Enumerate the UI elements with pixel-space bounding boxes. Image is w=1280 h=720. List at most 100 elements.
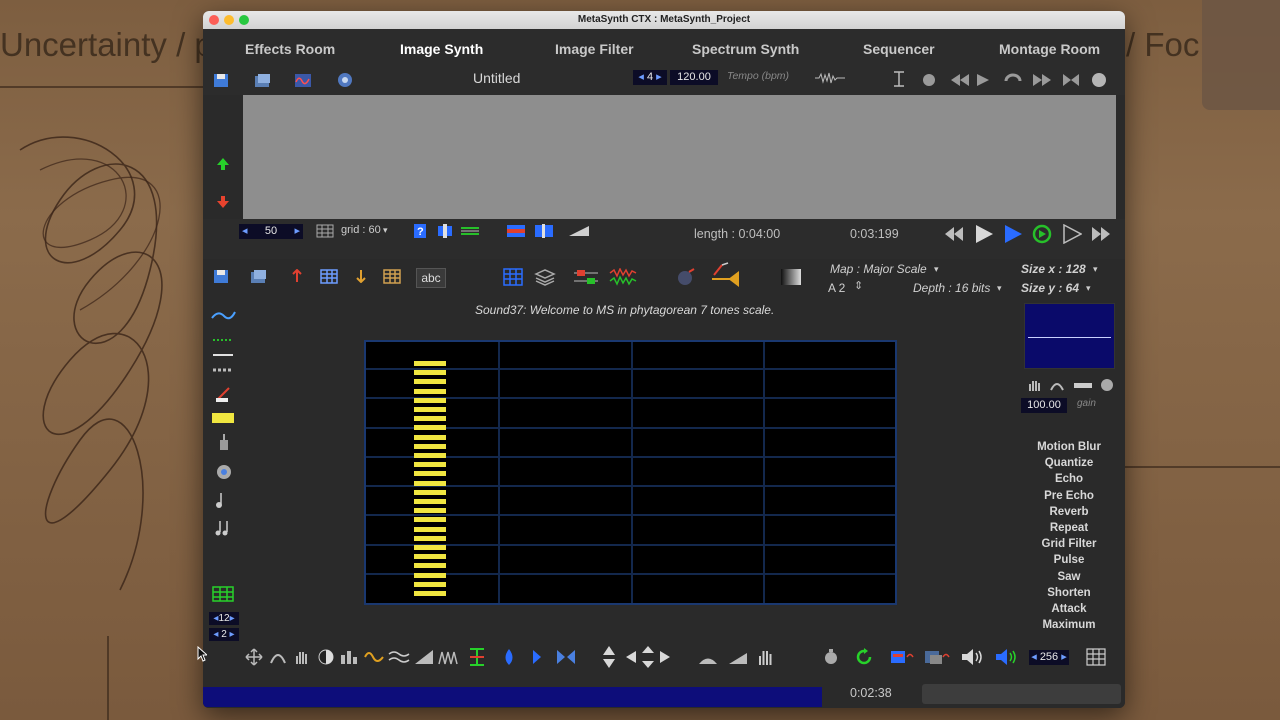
dotted-line-tool-icon[interactable] bbox=[211, 336, 235, 344]
plugin-icon[interactable] bbox=[335, 71, 355, 89]
waveform-display[interactable] bbox=[243, 95, 1116, 219]
vertical-flip-icon[interactable] bbox=[600, 645, 618, 669]
speaker-active-icon[interactable] bbox=[993, 647, 1019, 667]
depth-dropdown[interactable]: Depth : 16 bits bbox=[913, 281, 990, 295]
open-image-icon[interactable] bbox=[249, 267, 269, 285]
envelope-icon[interactable] bbox=[567, 223, 593, 239]
effect-shorten[interactable]: Shorten bbox=[1023, 587, 1115, 603]
spray-tool-icon[interactable] bbox=[213, 431, 235, 453]
play-icon[interactable] bbox=[973, 224, 995, 244]
rewind-icon[interactable] bbox=[949, 71, 971, 89]
image-shift-icon[interactable] bbox=[289, 267, 305, 285]
play-outline-icon[interactable] bbox=[1061, 224, 1083, 244]
effect-repeat[interactable]: Repeat bbox=[1023, 522, 1115, 538]
depth-dropdown-arrow[interactable]: ▾ bbox=[997, 283, 1002, 294]
narrow-play-icon[interactable] bbox=[529, 647, 545, 667]
stop-icon[interactable] bbox=[1089, 71, 1109, 89]
size-x-dropdown-arrow[interactable]: ▾ bbox=[1093, 264, 1098, 275]
layers-icon[interactable] bbox=[533, 267, 557, 287]
down-arrow-icon[interactable] bbox=[215, 193, 231, 211]
tempo-field[interactable]: 120.00 bbox=[670, 70, 718, 85]
open-file-icon[interactable] bbox=[253, 71, 273, 89]
grid-dropdown[interactable]: grid : 60 bbox=[341, 224, 381, 236]
note-tool-icon[interactable] bbox=[213, 489, 235, 511]
spikes-icon[interactable] bbox=[437, 647, 461, 667]
bounce-icon[interactable] bbox=[1061, 71, 1081, 89]
effect-echo[interactable]: Echo bbox=[1023, 473, 1115, 489]
map-dropdown[interactable]: Map : Major Scale bbox=[830, 262, 927, 276]
stopwatch-icon[interactable] bbox=[821, 647, 841, 667]
smear-tool-icon[interactable] bbox=[209, 305, 237, 323]
effect-quantize[interactable]: Quantize bbox=[1023, 457, 1115, 473]
render-icon[interactable] bbox=[889, 647, 915, 667]
hand-icon[interactable] bbox=[291, 647, 313, 667]
save-icon[interactable] bbox=[211, 71, 231, 89]
trumpet-icon[interactable] bbox=[707, 261, 743, 287]
rewind-icon[interactable] bbox=[943, 224, 965, 244]
image-move-icon[interactable] bbox=[353, 267, 369, 285]
instrument-icon[interactable] bbox=[673, 267, 697, 287]
dash-line-tool-icon[interactable] bbox=[211, 366, 235, 374]
waveform-view-icon[interactable] bbox=[293, 71, 313, 89]
arc-tool-icon[interactable] bbox=[267, 647, 289, 667]
chord-tool-icon[interactable] bbox=[213, 517, 235, 539]
effect-pulse[interactable]: Pulse bbox=[1023, 554, 1115, 570]
effect-reverb[interactable]: Reverb bbox=[1023, 506, 1115, 522]
drop-tool-icon[interactable] bbox=[1098, 377, 1116, 393]
close-window-button[interactable] bbox=[209, 15, 219, 25]
stereo-waveform-icon[interactable] bbox=[609, 267, 637, 287]
contrast-icon[interactable] bbox=[315, 647, 337, 667]
move-arrows-icon[interactable] bbox=[624, 645, 672, 669]
horizontal-scrollbar[interactable] bbox=[922, 684, 1121, 704]
base-note[interactable]: A 2 bbox=[828, 281, 845, 295]
menu-sequencer[interactable]: Sequencer bbox=[863, 41, 935, 57]
grid-x-stepper[interactable]: ◂12▸ bbox=[209, 612, 239, 625]
text-tool-button[interactable]: abc bbox=[416, 268, 446, 288]
effect-attack[interactable]: Attack bbox=[1023, 603, 1115, 619]
pen-tool-icon[interactable] bbox=[213, 384, 233, 404]
stereo-mixer-icon[interactable] bbox=[573, 267, 599, 287]
wave-tool-icon[interactable] bbox=[363, 647, 385, 667]
fill-tool-icon[interactable] bbox=[213, 461, 235, 483]
play-progress-bar[interactable] bbox=[203, 687, 822, 707]
fast-forward-icon[interactable] bbox=[1090, 224, 1112, 244]
minimize-window-button[interactable] bbox=[224, 15, 234, 25]
insert-icon[interactable] bbox=[533, 223, 555, 239]
color-swatch-icon[interactable] bbox=[211, 412, 235, 424]
mirror-icon[interactable] bbox=[555, 647, 577, 667]
grid-dropdown-arrow[interactable]: ▾ bbox=[383, 225, 388, 236]
size-y-dropdown-arrow[interactable]: ▾ bbox=[1086, 283, 1091, 294]
blur-tool-icon[interactable] bbox=[499, 647, 519, 667]
levels-icon[interactable] bbox=[339, 647, 361, 667]
grid-icon[interactable] bbox=[315, 223, 335, 239]
grab-icon[interactable] bbox=[755, 647, 777, 667]
menu-image-filter[interactable]: Image Filter bbox=[555, 41, 634, 57]
zoom-window-button[interactable] bbox=[239, 15, 249, 25]
flag-icon[interactable] bbox=[505, 223, 527, 239]
grid-y-stepper[interactable]: ◂ 2 ▸ bbox=[209, 628, 239, 641]
resolution-stepper[interactable]: ◂ 256 ▸ bbox=[1029, 650, 1069, 665]
map-dropdown-arrow[interactable]: ▾ bbox=[934, 264, 939, 275]
save-image-icon[interactable] bbox=[211, 267, 231, 285]
beats-stepper[interactable]: ◂ 4 ▸ bbox=[633, 70, 667, 85]
play-small-icon[interactable] bbox=[973, 71, 993, 89]
grid-snap-icon[interactable] bbox=[211, 584, 235, 604]
size-x-dropdown[interactable]: Size x : 128 bbox=[1021, 262, 1086, 276]
menu-montage-room[interactable]: Montage Room bbox=[999, 41, 1100, 57]
record-icon[interactable] bbox=[921, 71, 937, 89]
help-icon[interactable]: ? bbox=[413, 223, 427, 239]
line-tool-icon[interactable] bbox=[211, 351, 235, 359]
effect-motion-blur[interactable]: Motion Blur bbox=[1023, 441, 1115, 457]
gradient-icon[interactable] bbox=[779, 267, 803, 287]
bottom-grid-icon[interactable] bbox=[1085, 647, 1107, 667]
speaker-icon[interactable] bbox=[959, 647, 985, 667]
base-note-stepper[interactable]: ⇕ bbox=[854, 279, 863, 292]
gain-field[interactable]: 100.00 bbox=[1021, 398, 1067, 413]
flat-tool-icon[interactable] bbox=[1072, 377, 1094, 393]
effect-pre-echo[interactable]: Pre Echo bbox=[1023, 490, 1115, 506]
cursor-tool-icon[interactable] bbox=[891, 70, 907, 88]
image-canvas[interactable] bbox=[364, 340, 897, 605]
size-y-dropdown[interactable]: Size y : 64 bbox=[1021, 281, 1079, 295]
grid-overlay-icon[interactable] bbox=[501, 267, 525, 287]
effect-maximum[interactable]: Maximum bbox=[1023, 619, 1115, 635]
